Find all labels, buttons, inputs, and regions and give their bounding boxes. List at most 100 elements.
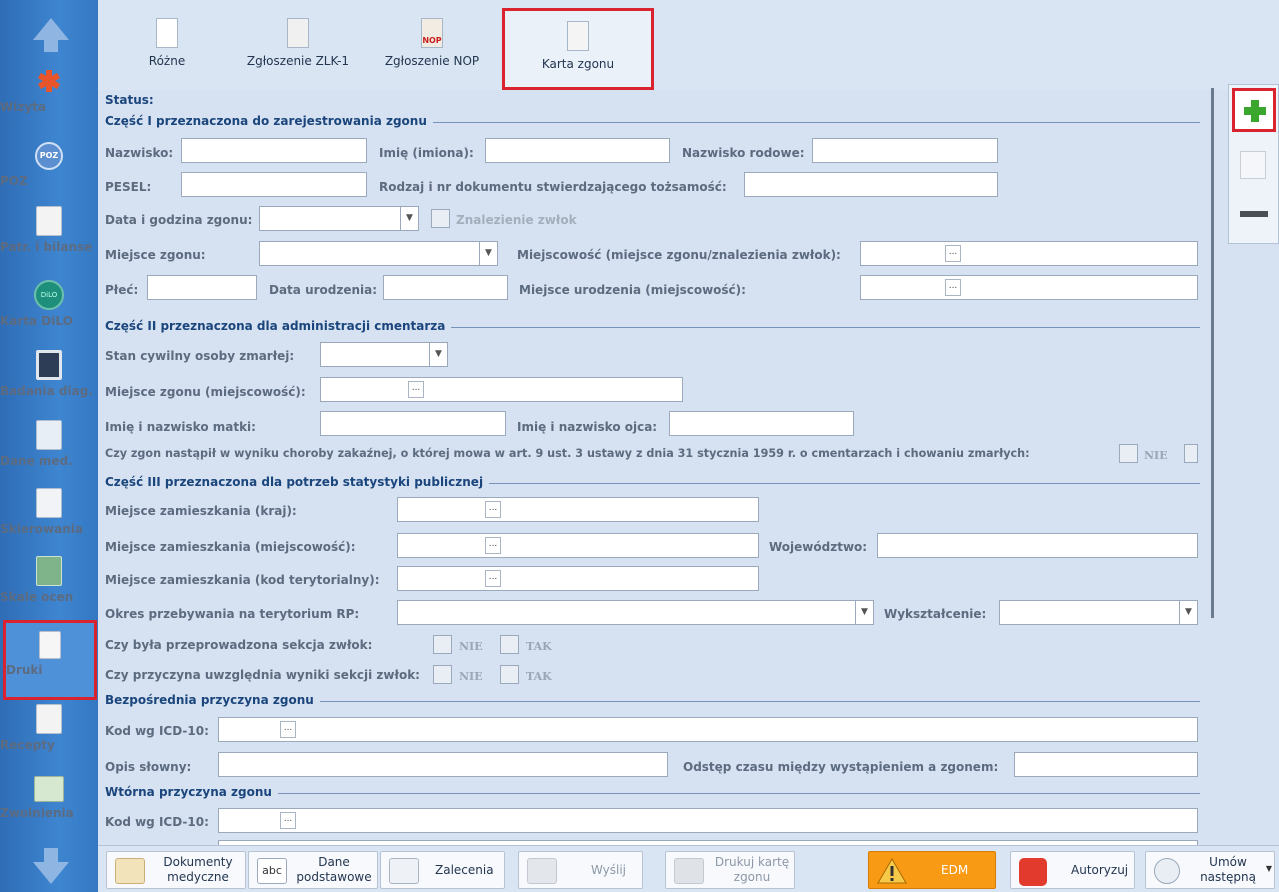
nav-label: Zwolnienia	[0, 806, 74, 820]
dropdown-arrow-icon[interactable]: ▼	[1266, 864, 1272, 873]
nazwisko-field[interactable]	[181, 138, 367, 163]
label-line: Drukuj kartę	[714, 855, 790, 869]
scroll-down-arrow-icon[interactable]	[33, 848, 69, 884]
drukuj-karte-zgonu-button[interactable]: Drukuj kartę zgonu	[665, 851, 795, 889]
stan-cywilny-dropdown[interactable]: ▼	[320, 342, 448, 367]
ellipsis-button[interactable]: ...	[945, 279, 961, 296]
wyniki-nie-checkbox[interactable]	[433, 665, 452, 684]
dokument-field[interactable]	[744, 172, 998, 197]
choroba-nie-checkbox[interactable]	[1119, 444, 1138, 463]
nav-item-wizyta[interactable]: Wizyta	[0, 66, 98, 114]
miejsce-zgonu-miejscowosc-field[interactable]: ...	[320, 377, 683, 402]
nav-item-druki[interactable]: Druki	[3, 620, 97, 700]
label-sekcja: Czy była przeprowadzona sekcja zwłok:	[105, 638, 373, 652]
pesel-field[interactable]	[181, 172, 367, 197]
chevron-down-icon[interactable]: ▼	[479, 242, 497, 265]
ellipsis-button[interactable]: ...	[408, 381, 424, 398]
tab-zgloszenie-nop[interactable]: NOP Zgłoszenie NOP	[370, 8, 494, 88]
chevron-down-icon[interactable]: ▼	[855, 601, 873, 624]
chevron-down-icon[interactable]: ▼	[1179, 601, 1197, 624]
label-kod-icd10: Kod wg ICD-10:	[105, 815, 209, 829]
data-godzina-dropdown[interactable]: ▼	[259, 206, 419, 231]
nav-label: Wizyta	[0, 100, 46, 114]
nav-item-patr-bilanse[interactable]: Patr. i bilanse	[0, 206, 98, 254]
nav-label: Skale ocen	[0, 590, 74, 604]
tab-karta-zgonu[interactable]: Karta zgonu	[502, 8, 654, 90]
wtorna-icd10-field[interactable]: ...	[218, 808, 1198, 833]
miejscowosc-zamieszkania-field[interactable]: ...	[397, 533, 759, 558]
ellipsis-button[interactable]: ...	[280, 812, 296, 829]
label-line: następną	[1200, 870, 1256, 884]
plec-field[interactable]	[147, 275, 257, 300]
vertical-scrollbar[interactable]	[1211, 88, 1214, 618]
ellipsis-button[interactable]: ...	[485, 537, 501, 554]
chevron-down-icon[interactable]: ▼	[429, 343, 447, 366]
nop-document-icon: NOP	[421, 18, 443, 48]
ellipsis-button[interactable]: ...	[485, 570, 501, 587]
miejsce-urodzenia-field[interactable]: ...	[860, 275, 1198, 300]
zalecenia-button[interactable]: Zalecenia	[380, 851, 505, 889]
scroll-up-arrow-icon[interactable]	[33, 18, 69, 52]
label-nie: NIE	[459, 640, 483, 653]
kod-terytorialny-field[interactable]: ...	[397, 566, 759, 591]
nav-item-karta-dilo[interactable]: DiLO Karta DiLO	[0, 280, 98, 328]
choroba-tak-checkbox[interactable]	[1184, 444, 1198, 463]
wyksztalcenie-dropdown[interactable]: ▼	[999, 600, 1198, 625]
imie-field[interactable]	[485, 138, 670, 163]
autoryzuj-button[interactable]: Autoryzuj	[1010, 851, 1135, 889]
nav-item-dane-med[interactable]: Dane med.	[0, 420, 98, 468]
kraj-field[interactable]: ...	[397, 497, 759, 522]
ellipsis-button[interactable]: ...	[280, 721, 296, 738]
label-ojciec: Imię i nazwisko ojca:	[517, 420, 658, 434]
dane-podstawowe-button[interactable]: abc Dane podstawowe	[248, 851, 378, 889]
nav-item-skierowania[interactable]: Skierowania	[0, 488, 98, 536]
bezposrednia-icd10-field[interactable]: ...	[218, 717, 1198, 742]
miejsce-zgonu-dropdown[interactable]: ▼	[259, 241, 498, 266]
medical-documents-icon	[115, 858, 145, 884]
opis-slowny-field[interactable]	[218, 752, 668, 777]
wyslij-button[interactable]: Wyślij	[518, 851, 643, 889]
nav-label: Dane med.	[0, 454, 73, 468]
nav-item-recepty[interactable]: Recepty	[0, 704, 98, 752]
sekcja-nie-checkbox[interactable]	[433, 635, 452, 654]
umow-nastepna-button[interactable]: Umów następną ▼	[1145, 851, 1275, 889]
tab-zgloszenie-zlk1[interactable]: Zgłoszenie ZLK-1	[228, 8, 368, 88]
edm-button[interactable]: EDM	[868, 851, 996, 889]
wojewodztwo-field[interactable]	[877, 533, 1198, 558]
add-button[interactable]	[1232, 88, 1276, 132]
section-title: Wtórna przyczyna zgonu	[105, 785, 278, 799]
odstep-czasu-field[interactable]	[1014, 752, 1198, 777]
miejscowosc-field[interactable]: ...	[860, 241, 1198, 266]
status-label: Status:	[105, 93, 154, 107]
sekcja-tak-checkbox[interactable]	[500, 635, 519, 654]
matka-field[interactable]	[320, 411, 506, 436]
ellipsis-button[interactable]: ...	[485, 501, 501, 518]
nav-item-poz[interactable]: POZ POZ	[0, 142, 98, 188]
bottom-toolbar: Dokumenty medyczne abc Dane podstawowe Zal…	[98, 845, 1279, 892]
label-data-urodzenia: Data urodzenia:	[269, 283, 378, 297]
okres-dropdown[interactable]: ▼	[397, 600, 874, 625]
tab-label: Zgłoszenie ZLK-1	[246, 54, 350, 68]
warning-icon	[877, 858, 907, 884]
data-urodzenia-field[interactable]	[383, 275, 508, 300]
label-imie: Imię (imiona):	[379, 146, 474, 160]
nav-item-zwolnienia[interactable]: Zwolnienia	[0, 776, 98, 820]
remove-button[interactable]	[1232, 193, 1276, 237]
chevron-down-icon[interactable]: ▼	[400, 207, 418, 230]
section-title: Część III przeznaczona dla potrzeb staty…	[105, 475, 490, 489]
tab-rozne[interactable]: Różne	[112, 8, 222, 88]
nav-item-badania-diag[interactable]: Badania diag.	[0, 350, 98, 398]
scale-chart-icon	[36, 556, 62, 586]
nav-item-skale-ocen[interactable]: Skale ocen	[0, 556, 98, 604]
edit-button[interactable]	[1232, 143, 1276, 187]
znalezienie-checkbox[interactable]	[431, 209, 450, 228]
nazwisko-rodowe-field[interactable]	[812, 138, 998, 163]
label-miejscowosc-zamieszkania: Miejsce zamieszkania (miejscowość):	[105, 540, 356, 554]
ojciec-field[interactable]	[669, 411, 854, 436]
tab-label: Zgłoszenie NOP	[384, 54, 480, 68]
label-choroba-zakazna: Czy zgon nastąpił w wyniku choroby zakaź…	[105, 447, 1030, 460]
dokumenty-medyczne-button[interactable]: Dokumenty medyczne	[106, 851, 246, 889]
label-miejsce-zgonu-miejscowosc: Miejsce zgonu (miejscowość):	[105, 385, 306, 399]
wyniki-tak-checkbox[interactable]	[500, 665, 519, 684]
ellipsis-button[interactable]: ...	[945, 245, 961, 262]
